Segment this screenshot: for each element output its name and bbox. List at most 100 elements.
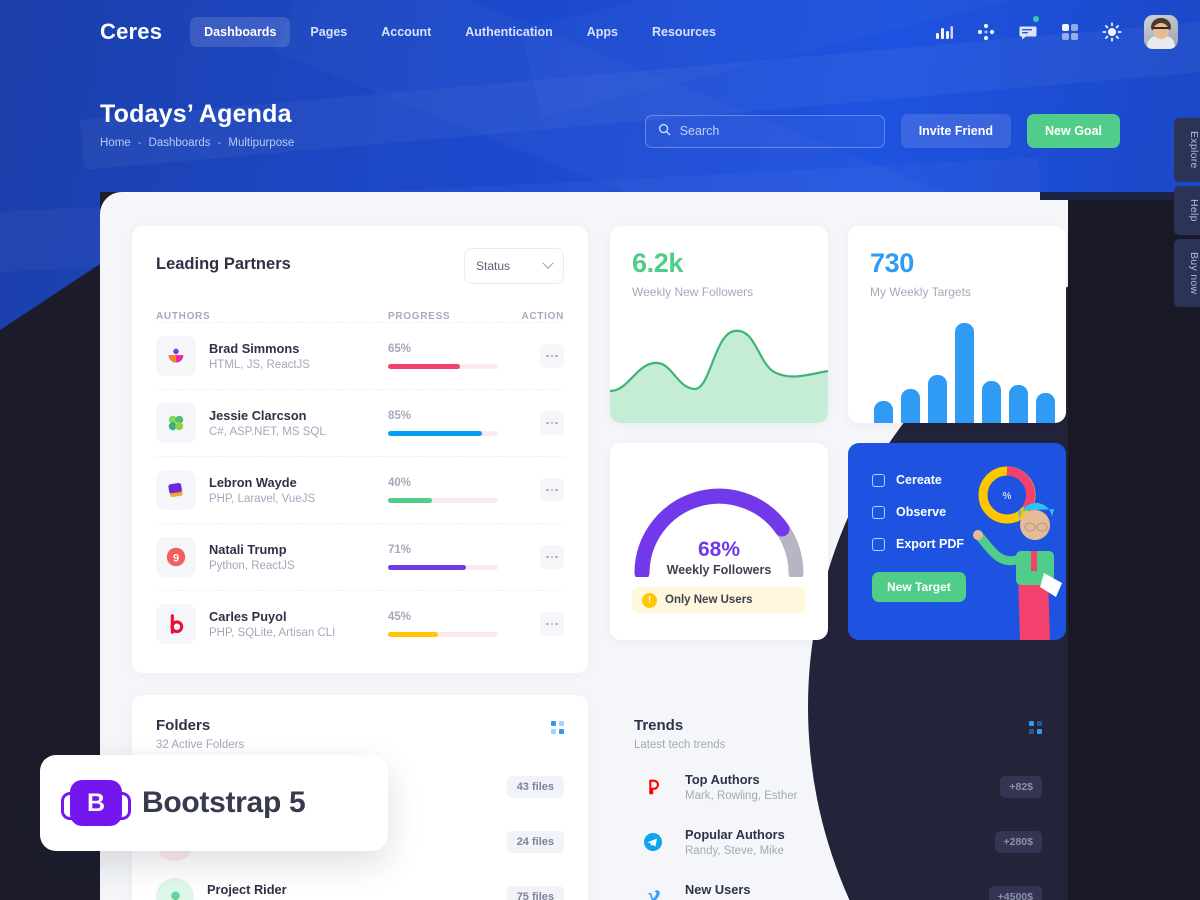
nav-item-apps[interactable]: Apps xyxy=(573,17,632,47)
new-goal-button[interactable]: New Goal xyxy=(1027,114,1120,148)
progress-percent: 65% xyxy=(388,343,412,355)
chat-icon[interactable] xyxy=(1018,15,1039,42)
breadcrumb-home[interactable]: Home xyxy=(100,137,131,149)
trend-name: Top Authors xyxy=(685,772,760,787)
plurk-logo-icon xyxy=(634,768,672,806)
partner-progress: 40% xyxy=(388,477,508,503)
partner-action xyxy=(508,478,564,502)
gauge-label: Weekly Followers xyxy=(666,563,772,577)
status-filter-select[interactable]: Status xyxy=(464,248,564,284)
new-target-promo-card: Cereate Observe Export PDF New Target % xyxy=(848,443,1066,640)
table-row[interactable]: Lebron Wayde PHP, Laravel, VueJS 40% xyxy=(156,456,564,523)
partners-header: Leading Partners Status xyxy=(156,248,564,284)
trends-subtitle: Latest tech trends xyxy=(634,739,726,751)
partner-name: Lebron Wayde xyxy=(209,475,297,490)
gauge-percent: 68% xyxy=(697,538,741,561)
row-menu-button[interactable] xyxy=(540,344,564,368)
list-item[interactable]: New Users John, Pat, Jimmy +4500$ xyxy=(634,878,1042,900)
list-item[interactable]: Popular Authors Randy, Steve, Mike +280$ xyxy=(634,823,1042,861)
trend-sub: Randy, Steve, Mike xyxy=(685,845,784,857)
partners-title: Leading Partners xyxy=(156,255,291,273)
sun-icon[interactable] xyxy=(1102,21,1122,42)
hero-actions: Invite Friend New Goal xyxy=(644,114,1120,148)
leading-partners-card: Leading Partners Status AUTHORS PROGRESS… xyxy=(132,226,588,673)
partner-skills: C#, ASP.NET, MS SQL xyxy=(209,426,326,438)
folder-file-count: 43 files xyxy=(506,776,564,798)
folder-info: Project Rider New frontend admin theme xyxy=(207,882,345,900)
folder-file-count: 75 files xyxy=(506,886,564,900)
folders-menu-icon[interactable] xyxy=(551,721,564,734)
breadcrumb-dashboards[interactable]: Dashboards xyxy=(149,137,211,149)
checkbox-icon[interactable] xyxy=(872,505,885,519)
right-card-stack: 6.2k Weekly New Followers 730 My Weekly … xyxy=(610,226,1066,673)
nav-item-pages[interactable]: Pages xyxy=(296,17,361,47)
svg-text:%: % xyxy=(1003,491,1012,502)
progress-fill xyxy=(388,364,460,369)
nav-item-resources[interactable]: Resources xyxy=(638,17,730,47)
stat-value: 730 xyxy=(870,248,914,278)
progress-fill xyxy=(388,565,466,570)
list-item[interactable]: Project Rider New frontend admin theme 7… xyxy=(156,878,564,900)
column-progress: PROGRESS xyxy=(388,311,451,322)
side-tab-buy-now[interactable]: Buy now xyxy=(1174,238,1200,307)
checkbox-icon[interactable] xyxy=(872,537,885,551)
folder-name: Project Rider xyxy=(207,882,287,897)
trends-header: Trends Latest tech trends xyxy=(634,717,1042,751)
row-menu-button[interactable] xyxy=(540,545,564,569)
nav-item-account[interactable]: Account xyxy=(367,17,445,47)
brand-logo[interactable]: Ceres xyxy=(100,19,162,45)
list-item[interactable]: Top Authors Mark, Rowling, Esther +82$ xyxy=(634,768,1042,806)
promo-item-label: Cereate xyxy=(896,473,942,487)
trends-menu-icon[interactable] xyxy=(1029,721,1042,734)
partner-skills: PHP, Laravel, VueJS xyxy=(209,493,316,505)
bar xyxy=(928,375,947,423)
row-menu-button[interactable] xyxy=(540,478,564,502)
folders-header: Folders 32 Active Folders xyxy=(156,717,564,751)
progress-fill xyxy=(388,632,438,637)
chart-bars-icon[interactable] xyxy=(934,22,954,42)
row-menu-button[interactable] xyxy=(540,612,564,636)
partner-progress: 45% xyxy=(388,611,508,637)
area-chart xyxy=(610,329,828,423)
folders-title: Folders xyxy=(156,717,211,734)
progress-track xyxy=(388,632,498,637)
nav-item-dashboards[interactable]: Dashboards xyxy=(190,16,291,47)
progress-fill xyxy=(388,431,482,436)
avatar[interactable] xyxy=(1144,14,1178,49)
bootstrap-badge-card[interactable]: B Bootstrap 5 xyxy=(40,755,388,851)
chat-badge-dot xyxy=(1033,15,1039,22)
partner-name: Jessie Clarcson xyxy=(209,408,307,423)
main-nav: Dashboards Pages Account Authentication … xyxy=(190,16,730,47)
trends-title: Trends xyxy=(634,717,684,734)
table-row[interactable]: Carles Puyol PHP, SQLite, Artisan CLI 45… xyxy=(156,590,564,657)
bar xyxy=(901,389,920,423)
table-row[interactable]: Brad Simmons HTML, JS, ReactJS 65% xyxy=(156,322,564,389)
grid-icon[interactable] xyxy=(1060,22,1080,42)
beats-icon xyxy=(156,604,196,644)
partner-action xyxy=(508,545,564,569)
search-box[interactable] xyxy=(644,114,885,148)
gauge-chart: 68% Weekly Followers xyxy=(624,473,814,581)
progress-percent: 85% xyxy=(388,410,412,422)
connections-icon[interactable] xyxy=(976,22,996,42)
side-tab-help[interactable]: Help xyxy=(1174,185,1200,235)
my-weekly-targets-card: 730 My Weekly Targets xyxy=(848,226,1066,423)
partner-progress: 85% xyxy=(388,410,508,436)
table-row[interactable]: 9 Natali Trump Python, ReactJS 71% xyxy=(156,523,564,590)
breadcrumb-separator: - xyxy=(217,137,222,149)
checkbox-icon[interactable] xyxy=(872,473,885,487)
search-input[interactable] xyxy=(679,124,872,138)
row-menu-button[interactable] xyxy=(540,411,564,435)
column-authors: AUTHORS xyxy=(156,311,211,322)
progress-track xyxy=(388,498,498,503)
partner-name: Brad Simmons xyxy=(209,341,300,356)
nav-item-authentication[interactable]: Authentication xyxy=(451,17,567,47)
progress-track xyxy=(388,431,498,436)
partner-info: Natali Trump Python, ReactJS xyxy=(209,542,388,572)
partner-info: Lebron Wayde PHP, Laravel, VueJS xyxy=(209,475,388,505)
breadcrumb-separator: - xyxy=(137,137,142,149)
invite-friend-button[interactable]: Invite Friend xyxy=(900,114,1012,148)
clover-icon xyxy=(156,403,196,443)
side-tab-explore[interactable]: Explore xyxy=(1174,118,1200,182)
table-row[interactable]: Jessie Clarcson C#, ASP.NET, MS SQL 85% xyxy=(156,389,564,456)
